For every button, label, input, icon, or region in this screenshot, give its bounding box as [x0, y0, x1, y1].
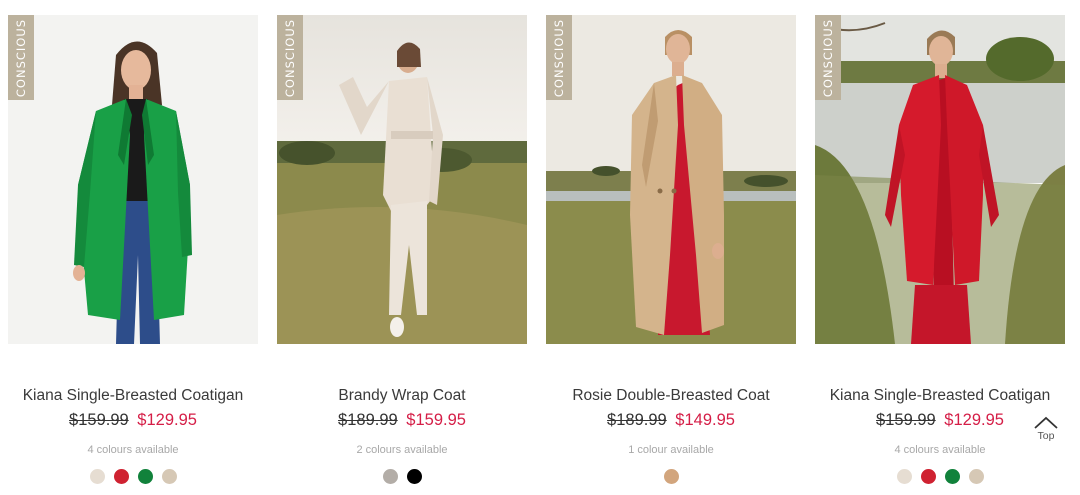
product-price: $159.99 $129.95: [0, 411, 278, 430]
back-to-top-label: Top: [1037, 430, 1055, 442]
product-price: $189.99 $149.95: [526, 411, 816, 430]
colour-swatch[interactable]: [896, 469, 912, 484]
colour-swatch[interactable]: [920, 469, 936, 484]
sale-price: $149.95: [675, 411, 735, 429]
colour-swatch[interactable]: [406, 469, 422, 484]
colour-swatch[interactable]: [161, 469, 177, 484]
product-card: CONSCIOUS Rosie Double-Breasted Coat $18…: [546, 15, 796, 495]
product-name[interactable]: Kiana Single-Breasted Coatigan: [0, 387, 278, 405]
product-image[interactable]: CONSCIOUS: [8, 15, 258, 344]
colours-available: 1 colour available: [628, 444, 714, 456]
sale-price: $159.95: [406, 411, 466, 429]
colour-swatch[interactable]: [89, 469, 105, 484]
product-image[interactable]: CONSCIOUS: [546, 15, 796, 344]
conscious-badge: CONSCIOUS: [815, 15, 841, 100]
product-card: CONSCIOUS Kiana Single-Breasted Coatigan…: [815, 15, 1065, 495]
conscious-badge: CONSCIOUS: [546, 15, 572, 100]
colour-swatches: [277, 469, 527, 484]
colour-swatch[interactable]: [382, 469, 398, 484]
product-image[interactable]: CONSCIOUS: [277, 15, 527, 344]
colour-swatch[interactable]: [944, 469, 960, 484]
original-price: $189.99: [607, 411, 667, 429]
product-price: $189.99 $159.95: [257, 411, 547, 430]
product-image[interactable]: CONSCIOUS: [815, 15, 1065, 344]
colour-swatch[interactable]: [113, 469, 129, 484]
product-grid: CONSCIOUS Kiana Single-Breasted Coatigan…: [8, 15, 1068, 495]
colour-swatches: [546, 469, 796, 484]
chevron-up-icon: [1034, 416, 1058, 429]
product-card: CONSCIOUS Kiana Single-Breasted Coatigan…: [8, 15, 258, 495]
colours-available: 2 colours available: [356, 444, 448, 456]
colour-swatches: [815, 469, 1065, 484]
colours-available: 4 colours available: [894, 444, 986, 456]
back-to-top-button[interactable]: Top: [1031, 416, 1061, 452]
colours-available: 4 colours available: [87, 444, 179, 456]
product-name[interactable]: Rosie Double-Breasted Coat: [526, 387, 816, 405]
original-price: $159.99: [876, 411, 936, 429]
product-name[interactable]: Brandy Wrap Coat: [257, 387, 547, 405]
sale-price: $129.95: [944, 411, 1004, 429]
conscious-badge: CONSCIOUS: [277, 15, 303, 100]
colour-swatch[interactable]: [137, 469, 153, 484]
conscious-badge: CONSCIOUS: [8, 15, 34, 100]
original-price: $189.99: [338, 411, 398, 429]
colour-swatch[interactable]: [663, 469, 679, 484]
product-card: CONSCIOUS Brandy Wrap Coat $189.99 $159.…: [277, 15, 527, 495]
original-price: $159.99: [69, 411, 129, 429]
product-name[interactable]: Kiana Single-Breasted Coatigan: [795, 387, 1080, 405]
colour-swatches: [8, 469, 258, 484]
sale-price: $129.95: [137, 411, 197, 429]
colour-swatch[interactable]: [968, 469, 984, 484]
